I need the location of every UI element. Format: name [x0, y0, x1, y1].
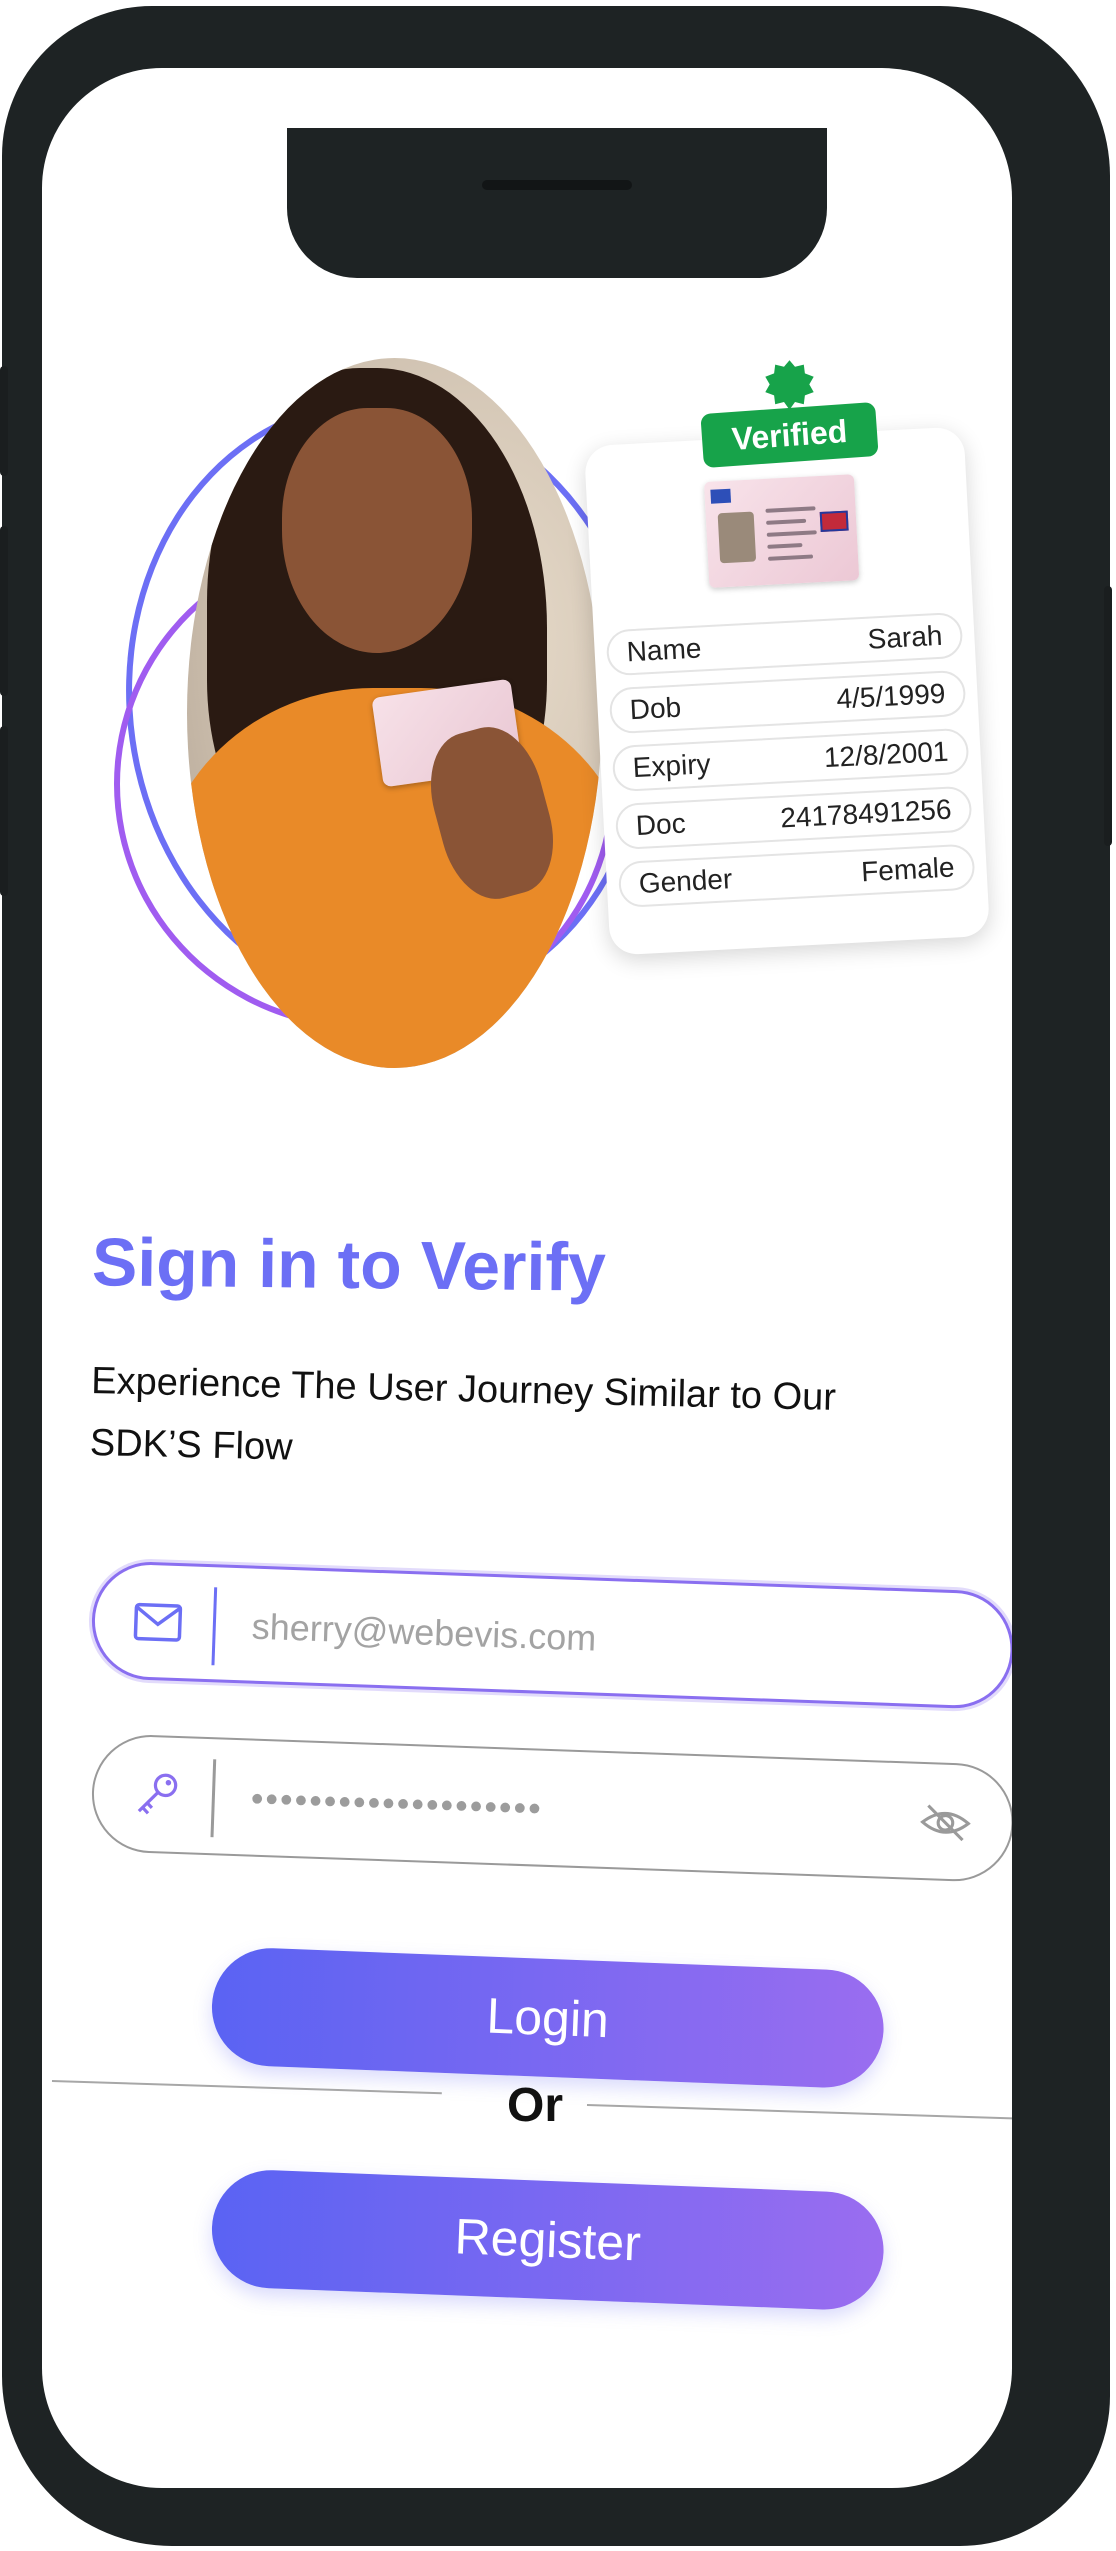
row-value: 24178491256: [779, 793, 953, 834]
volume-up-button: [0, 526, 8, 696]
password-field[interactable]: [89, 1733, 1012, 1884]
power-button: [1104, 586, 1112, 846]
verified-id-card: Name Sarah Dob 4/5/1999 Expiry 12/8/2001…: [583, 426, 991, 956]
id-row-expiry: Expiry 12/8/2001: [611, 727, 970, 793]
email-field[interactable]: [89, 1560, 1012, 1711]
id-row-doc: Doc 24178491256: [614, 785, 973, 851]
field-divider: [210, 1759, 217, 1838]
user-photo: [187, 358, 602, 1068]
phone-speaker: [482, 180, 632, 190]
id-row-name: Name Sarah: [605, 611, 964, 677]
divider-line-left: [51, 2080, 442, 2095]
row-label: Dob: [628, 691, 682, 726]
divider-line-right: [586, 2104, 1012, 2120]
row-label: Doc: [635, 807, 687, 842]
row-label: Expiry: [631, 748, 712, 784]
field-divider: [211, 1587, 218, 1666]
id-row-dob: Dob 4/5/1999: [608, 669, 967, 735]
volume-down-button: [0, 726, 8, 896]
row-value: 12/8/2001: [823, 735, 950, 774]
or-separator: Or: [507, 2079, 564, 2132]
page-subtitle: Experience The User Journey Similar to O…: [89, 1359, 837, 1469]
row-label: Name: [625, 632, 703, 668]
volume-button: [0, 366, 8, 476]
envelope-icon: [133, 1602, 183, 1642]
key-icon: [137, 1773, 178, 1815]
id-details: Name Sarah Dob 4/5/1999 Expiry 12/8/2001…: [605, 611, 977, 920]
row-label: Gender: [638, 863, 733, 899]
row-value: 4/5/1999: [835, 677, 947, 715]
register-button[interactable]: Register: [209, 2168, 886, 2312]
email-input[interactable]: [248, 1592, 895, 1683]
login-button[interactable]: Login: [209, 1946, 886, 2090]
phone-notch: [287, 128, 827, 278]
license-thumbnail: [703, 474, 860, 588]
id-row-gender: Gender Female: [617, 843, 976, 909]
app-screen: Name Sarah Dob 4/5/1999 Expiry 12/8/2001…: [42, 68, 1012, 2488]
row-value: Sarah: [866, 619, 944, 655]
row-value: Female: [860, 851, 956, 888]
eye-slash-icon[interactable]: [919, 1800, 973, 1846]
password-input[interactable]: [247, 1764, 894, 1855]
phone-frame: Name Sarah Dob 4/5/1999 Expiry 12/8/2001…: [0, 6, 1112, 2546]
verified-seal-icon: [765, 360, 814, 410]
page-title: Sign in to Verify: [91, 1224, 607, 1306]
